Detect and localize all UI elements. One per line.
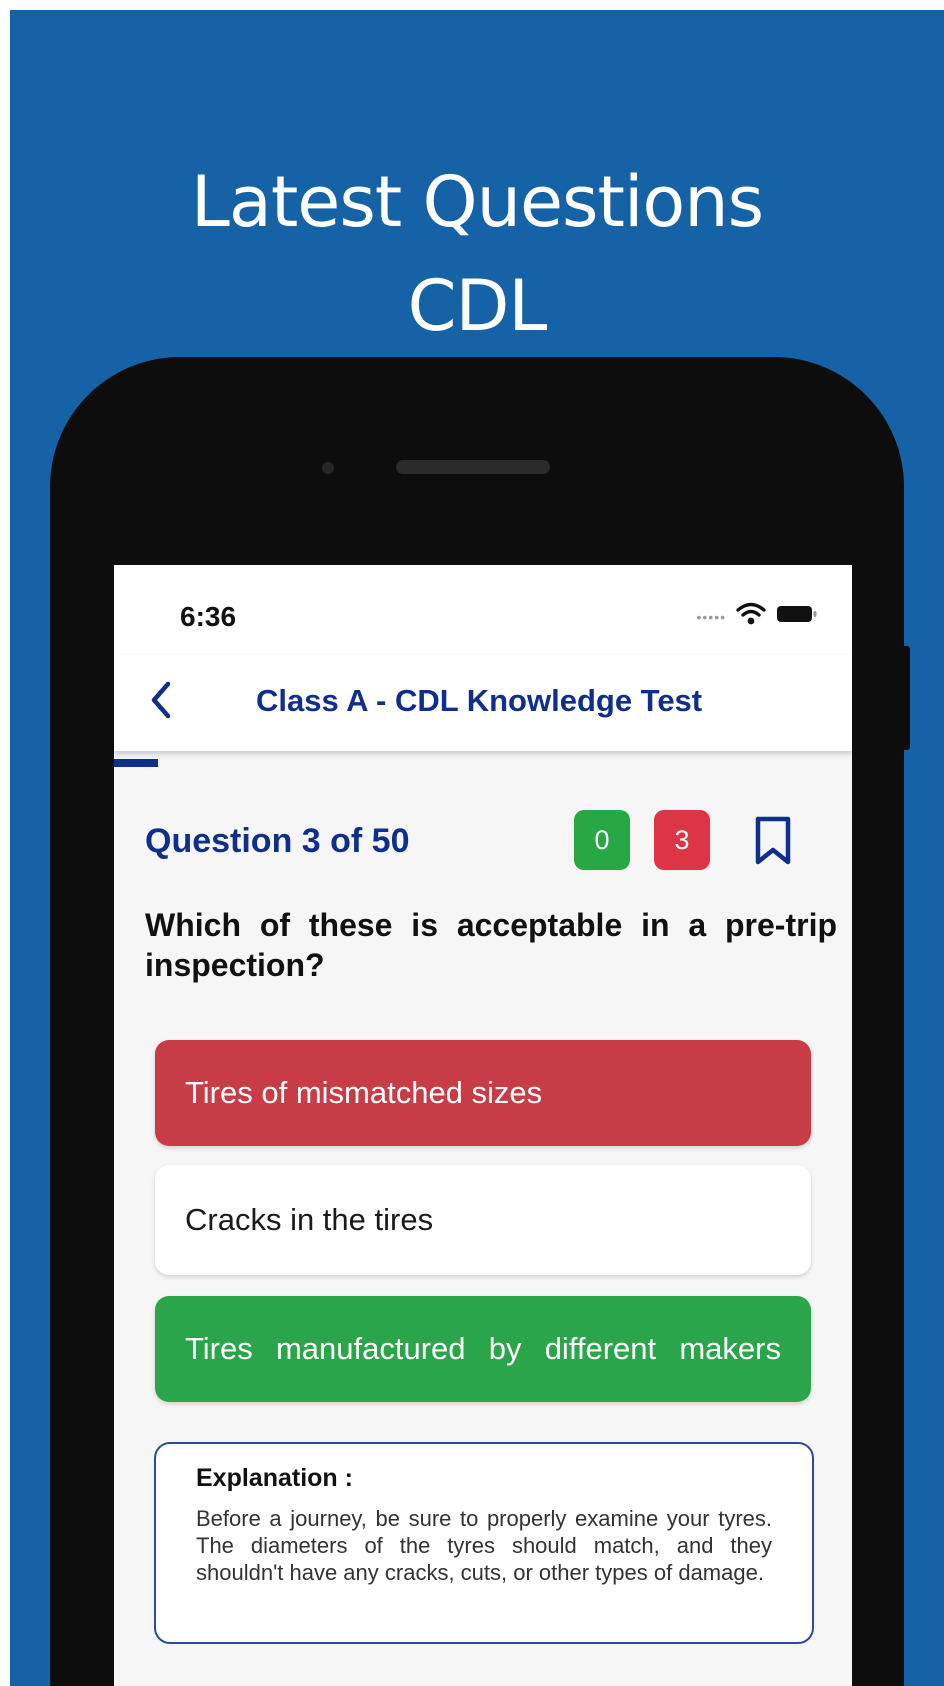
navigation-bar: Class A - CDL Knowledge Test	[114, 655, 852, 751]
promo-headline: Latest Questions CDL	[10, 150, 944, 358]
app-screen: 6:36 ••••• Class A - CDL Knowledge Test …	[114, 565, 852, 1686]
correct-count-badge: 0	[574, 810, 630, 870]
answer-option-label: Tires of mismatched sizes	[185, 1075, 543, 1110]
phone-side-button-volume-down	[52, 772, 60, 874]
chevron-left-icon	[151, 681, 171, 719]
promo-headline-line1: Latest Questions	[190, 161, 764, 243]
explanation-text: Before a journey, be sure to properly ex…	[196, 1506, 772, 1585]
question-text: Which of these is acceptable in a pre-tr…	[145, 907, 837, 983]
quiz-progress-fill	[114, 759, 159, 767]
bookmark-button[interactable]	[750, 815, 796, 867]
answer-option-2[interactable]: Cracks in the tires	[155, 1165, 811, 1275]
back-button[interactable]	[136, 675, 186, 725]
signal-dots-icon: •••••	[696, 609, 726, 625]
status-bar: 6:36 •••••	[114, 565, 852, 655]
phone-side-button-mute	[52, 532, 60, 586]
battery-icon	[776, 604, 818, 624]
explanation-title: Explanation :	[196, 1464, 353, 1492]
phone-speaker	[396, 460, 550, 474]
bookmark-icon	[755, 816, 791, 865]
answer-option-label: Tires manufactured by different makers	[185, 1331, 781, 1366]
promo-headline-line2: CDL	[407, 265, 548, 347]
wifi-icon	[736, 602, 766, 626]
quiz-progress-bar	[114, 759, 852, 767]
wrong-count-badge: 3	[654, 810, 710, 870]
page-title: Class A - CDL Knowledge Test	[256, 683, 703, 718]
question-counter: Question 3 of 50	[145, 822, 410, 860]
explanation-panel: Explanation : Before a journey, be sure …	[154, 1442, 814, 1644]
status-time: 6:36	[180, 601, 237, 632]
phone-side-button-power	[902, 646, 910, 750]
status-icons: •••••	[696, 599, 818, 629]
answer-option-3[interactable]: Tires manufactured by different makers	[155, 1296, 811, 1402]
phone-camera	[322, 462, 334, 474]
answer-option-label: Cracks in the tires	[185, 1202, 434, 1237]
phone-side-button-volume-up	[52, 646, 60, 748]
answer-option-1[interactable]: Tires of mismatched sizes	[155, 1040, 811, 1146]
